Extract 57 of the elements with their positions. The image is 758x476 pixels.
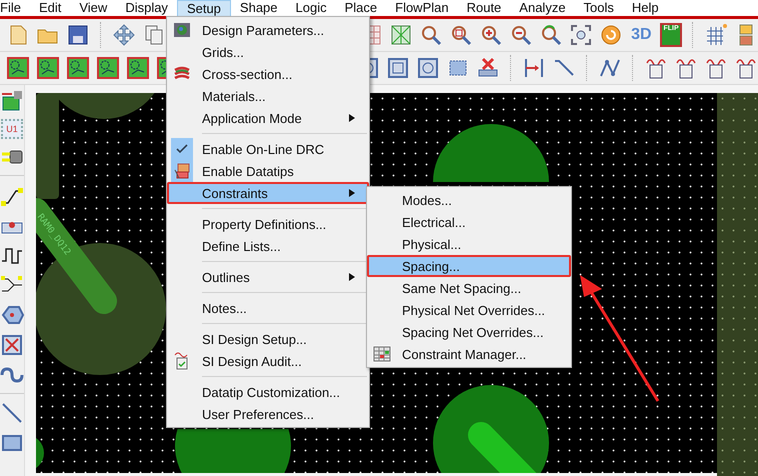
grid-icon[interactable]: [704, 23, 728, 47]
menu-item[interactable]: Enable On-Line DRC: [167, 138, 369, 160]
table-icon: [372, 344, 392, 364]
menu-item[interactable]: View: [70, 0, 116, 16]
menu-item[interactable]: FlowPlan: [386, 0, 458, 16]
menu-item[interactable]: Tools: [574, 0, 623, 16]
menu-item[interactable]: Spacing Net Overrides...: [367, 321, 571, 343]
menu-item[interactable]: Property Definitions...: [167, 213, 369, 235]
menu-item[interactable]: Edit: [30, 0, 70, 16]
menu-item[interactable]: Define Lists...: [167, 235, 369, 257]
menu-item[interactable]: Route: [458, 0, 510, 16]
menu-item[interactable]: SI Design Audit...: [167, 350, 369, 372]
menu-item[interactable]: Notes...: [167, 297, 369, 319]
board-icon[interactable]: [126, 56, 150, 80]
board-icon[interactable]: [66, 56, 90, 80]
menu-item[interactable]: Application Mode: [167, 107, 369, 129]
menu-item[interactable]: Cross-section...: [167, 63, 369, 85]
pad-drawing: [36, 435, 44, 471]
board-icon[interactable]: [36, 56, 60, 80]
component-icon[interactable]: [0, 89, 24, 113]
menu-item[interactable]: Spacing...: [367, 255, 571, 277]
via-icon[interactable]: [0, 303, 24, 327]
menu-item[interactable]: User Preferences...: [167, 403, 369, 425]
menu-item[interactable]: Modes...: [367, 189, 571, 211]
menu-item[interactable]: Display: [116, 0, 177, 16]
menu-item[interactable]: Constraints: [167, 182, 369, 204]
menu-item[interactable]: SI Design Setup...: [167, 328, 369, 350]
move-arrows-icon[interactable]: [112, 23, 136, 47]
menu-item[interactable]: Electrical...: [367, 211, 571, 233]
menu-item[interactable]: Physical Net Overrides...: [367, 299, 571, 321]
menu-item[interactable]: Datatip Customization...: [167, 381, 369, 403]
line-icon[interactable]: [0, 401, 24, 425]
fanout-icon[interactable]: [0, 333, 24, 357]
square-icon[interactable]: [386, 56, 410, 80]
grid-icon[interactable]: [388, 23, 413, 47]
menu-item[interactable]: Grids...: [167, 41, 369, 63]
menu-item[interactable]: Same Net Spacing...: [367, 277, 571, 299]
menu-item[interactable]: Enable Datatips: [167, 160, 369, 182]
menu-item[interactable]: Physical...: [367, 233, 571, 255]
menu-item[interactable]: File: [0, 0, 30, 16]
menu-item[interactable]: Logic: [286, 0, 336, 16]
menu-item[interactable]: Materials...: [167, 85, 369, 107]
chip-button[interactable]: U1: [1, 119, 23, 139]
menu-item[interactable]: Help: [622, 0, 668, 16]
board-icon[interactable]: [96, 56, 120, 80]
menu-item[interactable]: Place: [336, 0, 386, 16]
globe-icon: [172, 20, 192, 40]
board-icon[interactable]: [6, 56, 30, 80]
menu-item[interactable]: Setup: [176, 0, 231, 16]
trace-drawing: [468, 422, 539, 473]
menu-item[interactable]: Outlines: [167, 266, 369, 288]
refresh-icon[interactable]: [598, 23, 623, 47]
zoom-fit-icon[interactable]: [568, 23, 593, 47]
menu-item[interactable]: Constraint Manager...: [367, 343, 571, 365]
menu-item[interactable]: Analyze: [510, 0, 575, 16]
menu-item[interactable]: Design Parameters...: [167, 19, 369, 41]
menu-item[interactable]: Shape: [230, 0, 287, 16]
